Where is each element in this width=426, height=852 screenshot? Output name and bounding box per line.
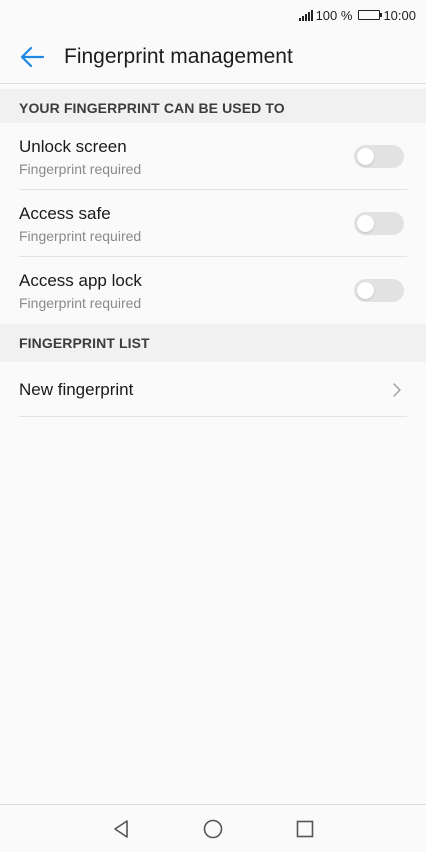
arrow-left-icon	[20, 46, 45, 67]
app-header: Fingerprint management	[0, 30, 426, 84]
clock: 10:00	[383, 7, 416, 23]
signal-icon	[298, 9, 313, 21]
navigation-bar	[0, 804, 426, 852]
battery-percentage: 100 %	[315, 7, 353, 23]
triangle-back-icon	[114, 819, 128, 838]
list-item-title: Access app lock	[19, 270, 142, 290]
square-recents-icon	[296, 820, 314, 837]
battery-icon	[358, 10, 383, 20]
list-item-subtitle: Fingerprint required	[19, 294, 142, 311]
page-title: Fingerprint management	[64, 44, 293, 68]
list-item-access-safe[interactable]: Access safe Fingerprint required	[0, 190, 426, 257]
circle-home-icon	[203, 819, 223, 838]
list-item-title: New fingerprint	[19, 379, 134, 399]
nav-back-button[interactable]	[109, 817, 133, 841]
nav-home-button[interactable]	[201, 817, 225, 841]
unlock-screen-toggle[interactable]	[354, 145, 404, 168]
section-header-fingerprint-list: FINGERPRINT LIST	[0, 324, 426, 362]
list-item-unlock-screen[interactable]: Unlock screen Fingerprint required	[0, 123, 426, 190]
nav-recents-button[interactable]	[293, 817, 317, 841]
chevron-right-icon	[390, 381, 404, 399]
section-header-usage: YOUR FINGERPRINT CAN BE USED TO	[0, 89, 426, 127]
list-item-subtitle: Fingerprint required	[19, 227, 142, 244]
list-item-access-app-lock[interactable]: Access app lock Fingerprint required	[0, 257, 426, 324]
list-item-new-fingerprint[interactable]: New fingerprint	[0, 362, 426, 417]
list-item-subtitle: Fingerprint required	[19, 160, 142, 177]
access-safe-toggle[interactable]	[354, 212, 404, 235]
status-bar: 100 % 10:00	[0, 0, 426, 30]
list-item-title: Unlock screen	[19, 136, 127, 156]
list-item-title: Access safe	[19, 203, 111, 223]
access-app-lock-toggle[interactable]	[354, 279, 404, 302]
back-button[interactable]	[0, 30, 64, 84]
